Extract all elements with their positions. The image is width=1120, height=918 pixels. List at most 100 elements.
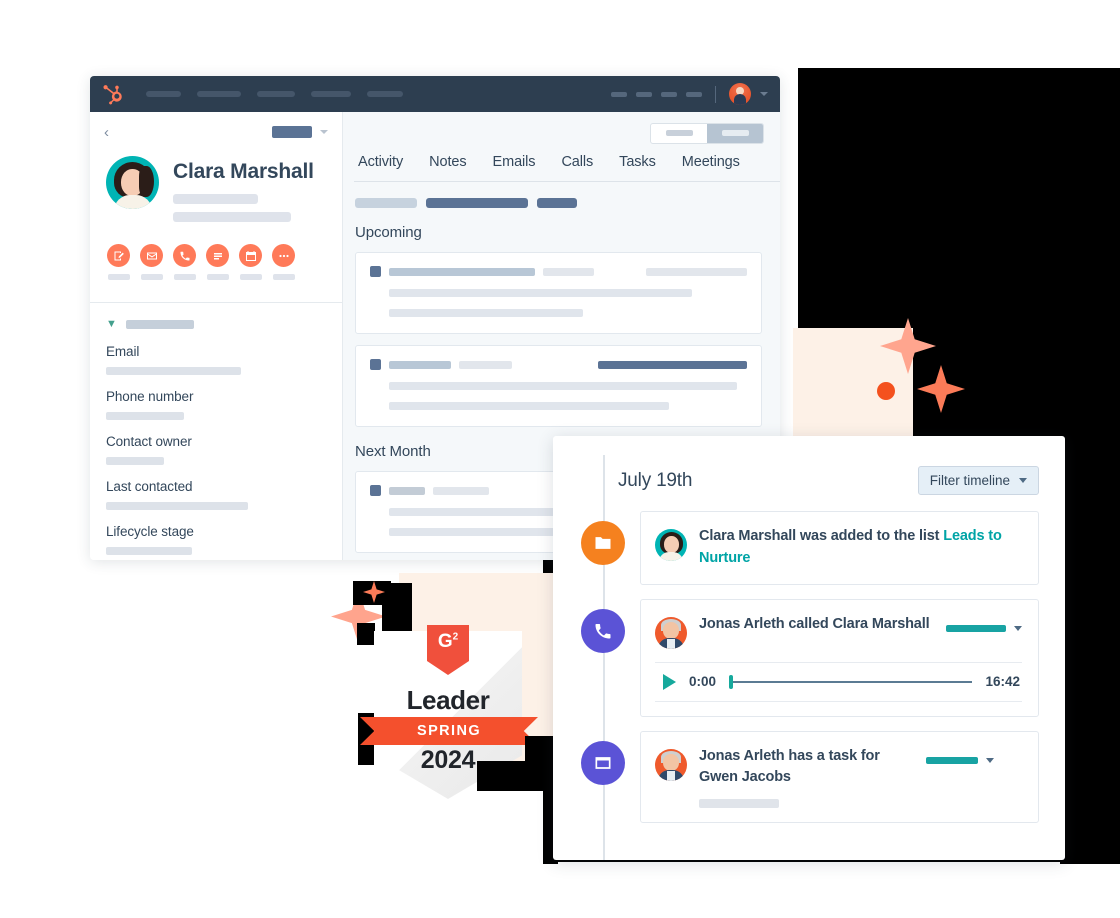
top-control-3[interactable] <box>661 91 677 97</box>
activity-title-placeholder <box>389 267 536 276</box>
email-action[interactable] <box>140 244 163 280</box>
view-toggle-group[interactable] <box>650 122 764 144</box>
hubspot-sprocket-icon[interactable] <box>102 83 124 105</box>
activity-card[interactable] <box>355 345 762 427</box>
crm-nav-items[interactable] <box>146 91 403 97</box>
property-value-placeholder[interactable] <box>106 412 184 420</box>
chevron-down-icon[interactable] <box>320 130 328 134</box>
tab-meetings[interactable]: Meetings <box>682 154 740 181</box>
nav-item-placeholder-2[interactable] <box>197 91 241 97</box>
contact-header: Clara Marshall <box>90 148 342 222</box>
top-control-2[interactable] <box>636 91 652 97</box>
property-value-placeholder[interactable] <box>106 457 164 465</box>
status-badge <box>926 756 978 764</box>
activity-body-line-2 <box>389 402 669 410</box>
g2-logo-letter: G <box>437 631 453 652</box>
nav-item-placeholder-5[interactable] <box>367 91 403 97</box>
chevron-left-icon[interactable]: ‹ <box>104 125 109 140</box>
task-window-icon[interactable] <box>581 740 625 785</box>
timeline-item-card[interactable]: Clara Marshall was added to the list Lea… <box>640 511 1039 585</box>
ellipsis-icon <box>272 244 295 267</box>
note-action[interactable] <box>107 244 130 280</box>
property-label: Lifecycle stage <box>106 524 194 539</box>
tab-notes[interactable]: Notes <box>429 154 466 181</box>
view-toggle-option-1[interactable] <box>651 124 707 143</box>
audio-total-time: 16:42 <box>985 674 1020 689</box>
call-outcome-status[interactable] <box>946 624 1022 632</box>
chevron-down-icon <box>1014 625 1022 631</box>
calendar-icon <box>239 244 262 267</box>
meeting-action[interactable] <box>239 244 262 280</box>
folder-icon[interactable] <box>581 521 625 565</box>
filter-timeline-button[interactable]: Filter timeline <box>917 466 1039 495</box>
nav-item-placeholder-1[interactable] <box>146 91 181 97</box>
timeline-item-text-main: Clara Marshall was added to the list <box>699 528 944 544</box>
timeline-item-content: Jonas Arleth has a task for Gwen Jacobs <box>655 746 1022 790</box>
properties-section-header[interactable]: ▼ <box>106 319 326 330</box>
task-status[interactable] <box>926 756 994 764</box>
nav-item-placeholder-4[interactable] <box>311 91 351 97</box>
divider <box>715 85 716 103</box>
activity-meta-placeholder <box>458 360 513 369</box>
activity-type-marker <box>370 359 381 370</box>
filter-placeholder-3[interactable] <box>537 198 577 208</box>
missing-image-block <box>382 583 412 633</box>
envelope-icon <box>140 244 163 267</box>
panel-primary-action-button[interactable] <box>272 126 312 138</box>
contact-avatar[interactable] <box>106 156 159 209</box>
section-title-upcoming: Upcoming <box>355 224 422 241</box>
timeline-item-text: Clara Marshall was added to the list Lea… <box>699 526 1022 570</box>
activity-body-line-2 <box>389 309 583 317</box>
play-icon[interactable] <box>663 673 676 690</box>
timeline-item-text: Jonas Arleth has a task for Gwen Jacobs <box>699 747 880 786</box>
property-lifecycle-stage: Lifecycle stage <box>106 524 326 555</box>
activity-title-placeholder <box>389 486 425 495</box>
timeline-item-card[interactable]: Jonas Arleth has a task for Gwen Jacobs <box>640 730 1039 823</box>
contact-subtitle-placeholder-2 <box>173 212 291 222</box>
dot-decoration <box>877 382 895 400</box>
timeline-item-text: Jonas Arleth called Clara Marshall <box>699 615 930 632</box>
property-last-contacted: Last contacted <box>106 479 326 510</box>
note-pencil-icon <box>107 244 130 267</box>
tab-tasks[interactable]: Tasks <box>619 154 656 181</box>
property-contact-owner: Contact owner <box>106 434 326 465</box>
chevron-down-icon[interactable] <box>760 92 768 96</box>
properties-title-placeholder <box>125 320 194 329</box>
call-action[interactable] <box>173 244 196 280</box>
user-avatar[interactable] <box>729 83 751 105</box>
log-action[interactable] <box>206 244 229 280</box>
contact-subtitle-placeholder-1 <box>173 194 258 204</box>
timeline-item-task: Jonas Arleth has a task for Gwen Jacobs <box>553 730 1039 823</box>
nav-item-placeholder-3[interactable] <box>257 91 295 97</box>
timeline-item-card[interactable]: Jonas Arleth called Clara Marshall 0:00 <box>640 598 1039 717</box>
activity-card[interactable] <box>355 252 762 334</box>
property-value-placeholder[interactable] <box>106 502 248 510</box>
action-label-placeholder <box>107 274 130 280</box>
avatar-jonas <box>655 616 687 649</box>
tab-calls[interactable]: Calls <box>561 154 593 181</box>
top-control-4[interactable] <box>686 91 702 97</box>
action-label-placeholder <box>173 274 196 280</box>
contact-quick-actions <box>90 222 342 280</box>
status-badge <box>946 624 1006 632</box>
top-control-1[interactable] <box>611 91 627 97</box>
filter-placeholder-2[interactable] <box>426 198 528 208</box>
timeline-items: Clara Marshall was added to the list Lea… <box>553 455 1065 860</box>
tab-emails[interactable]: Emails <box>493 154 536 181</box>
action-label-placeholder <box>272 274 295 280</box>
timeline-item-list-added: Clara Marshall was added to the list Lea… <box>553 511 1039 585</box>
property-label: Email <box>106 344 140 359</box>
filter-placeholder-1[interactable] <box>355 198 417 208</box>
badge-award-label: Leader <box>406 685 490 715</box>
more-action[interactable] <box>272 244 295 280</box>
view-toggle-option-2-selected[interactable] <box>707 123 763 143</box>
g2-logo-superscript: 2 <box>452 631 459 643</box>
audio-progress-slider[interactable] <box>729 674 973 689</box>
action-label-placeholder <box>140 274 163 280</box>
tab-activity[interactable]: Activity <box>358 154 403 181</box>
phone-icon[interactable] <box>581 608 625 653</box>
contact-identity: Clara Marshall <box>173 156 314 222</box>
call-recording-player[interactable]: 0:00 16:42 <box>655 661 1022 702</box>
property-value-placeholder[interactable] <box>106 547 192 555</box>
property-value-placeholder[interactable] <box>106 367 241 375</box>
